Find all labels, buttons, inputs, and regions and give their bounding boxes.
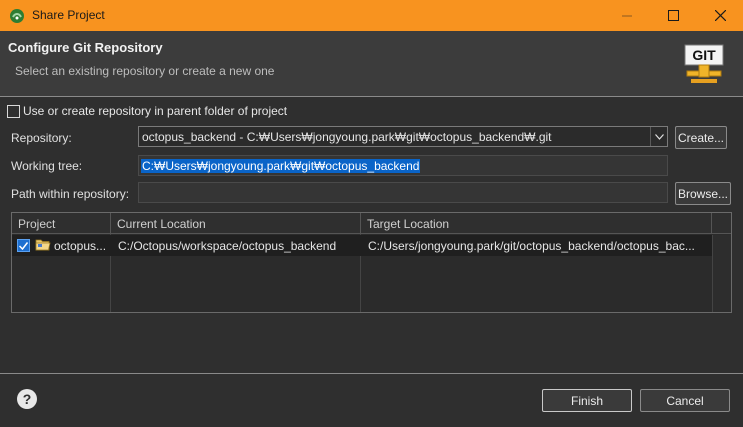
git-logo-text: GIT bbox=[692, 47, 716, 63]
project-folder-icon bbox=[35, 239, 51, 251]
window-title: Share Project bbox=[32, 8, 105, 22]
column-header-filler bbox=[712, 213, 731, 234]
cancel-button[interactable]: Cancel bbox=[640, 389, 730, 412]
column-header-current-location[interactable]: Current Location bbox=[111, 213, 361, 234]
wizard-banner: Configure Git Repository Select an exist… bbox=[0, 31, 743, 97]
page-title: Configure Git Repository bbox=[8, 40, 163, 55]
create-button[interactable]: Create... bbox=[675, 126, 727, 149]
help-icon[interactable]: ? bbox=[17, 389, 37, 409]
path-within-repo-field[interactable] bbox=[138, 182, 668, 203]
checkmark-icon bbox=[19, 241, 28, 250]
table-header: Project Current Location Target Location bbox=[12, 213, 731, 234]
minimize-button[interactable] bbox=[604, 0, 650, 31]
minimize-icon bbox=[621, 15, 632, 17]
row-current-location: C:/Octopus/workspace/octopus_backend bbox=[118, 239, 337, 253]
projects-table[interactable]: Project Current Location Target Location… bbox=[11, 212, 732, 313]
maximize-button[interactable] bbox=[650, 0, 696, 31]
table-vertical-scrollbar[interactable] bbox=[712, 235, 731, 312]
working-tree-field[interactable]: C:₩Users₩jongyoung.park₩git₩octopus_back… bbox=[138, 155, 668, 176]
path-within-repo-label: Path within repository: bbox=[11, 187, 130, 201]
finish-button[interactable]: Finish bbox=[542, 389, 632, 412]
working-tree-value: C:₩Users₩jongyoung.park₩git₩octopus_back… bbox=[141, 159, 421, 173]
column-header-project[interactable]: Project bbox=[12, 213, 111, 234]
repository-label: Repository: bbox=[11, 131, 72, 145]
row-target-location: C:/Users/jongyoung.park/git/octopus_back… bbox=[368, 239, 695, 253]
working-tree-label: Working tree: bbox=[11, 159, 83, 173]
repository-select[interactable]: octopus_backend - C:₩Users₩jongyoung.par… bbox=[138, 126, 668, 147]
browse-button[interactable]: Browse... bbox=[675, 182, 731, 205]
parent-folder-checkbox[interactable] bbox=[7, 104, 20, 118]
parent-folder-checkbox-label: Use or create repository in parent folde… bbox=[23, 104, 288, 118]
close-icon bbox=[714, 10, 726, 21]
repository-selected-value: octopus_backend - C:₩Users₩jongyoung.par… bbox=[142, 130, 552, 144]
title-bar: Share Project bbox=[0, 0, 743, 31]
page-subtitle: Select an existing repository or create … bbox=[15, 64, 275, 78]
parent-folder-option[interactable]: Use or create repository in parent folde… bbox=[7, 104, 287, 118]
row-checkbox[interactable] bbox=[17, 239, 30, 252]
column-header-target-location[interactable]: Target Location bbox=[361, 213, 712, 234]
close-button[interactable] bbox=[697, 0, 743, 31]
footer-separator bbox=[0, 373, 743, 374]
chevron-down-icon[interactable] bbox=[650, 127, 667, 146]
table-row[interactable]: octopus... C:/Octopus/workspace/octopus_… bbox=[12, 235, 712, 256]
git-logo-icon: GIT bbox=[684, 44, 724, 83]
maximize-icon bbox=[667, 10, 679, 21]
eclipse-app-icon bbox=[10, 9, 24, 23]
row-project-name: octopus... bbox=[54, 239, 107, 253]
